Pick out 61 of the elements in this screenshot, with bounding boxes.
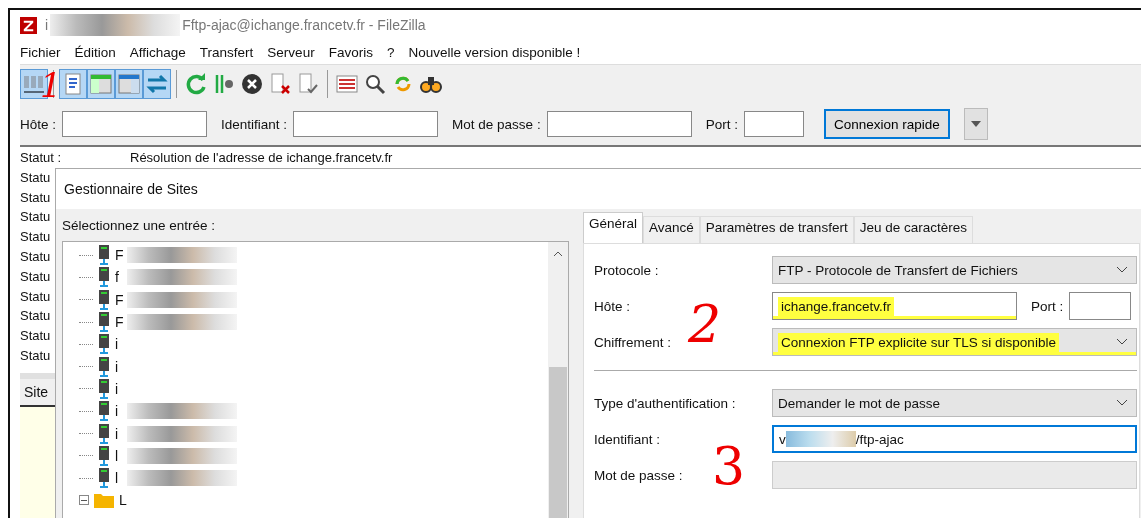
site-column-header: Site [24, 384, 49, 400]
status-label: Statu [20, 268, 51, 284]
window-title: Fftp-ajac@ichange.francetv.fr - FileZilla [182, 17, 426, 33]
tab[interactable]: Avancé [643, 216, 700, 243]
handwritten-number: 2 [688, 298, 722, 350]
site-name[interactable]: l [115, 447, 123, 464]
username-input[interactable]: v /ftp-ajac [772, 425, 1137, 453]
window-title-start: i [45, 17, 49, 33]
status-label: Statu [20, 249, 51, 264]
site-name[interactable]: i [115, 336, 123, 353]
tab[interactable]: Paramètres de transfert [699, 216, 854, 243]
site-name[interactable]: L [119, 492, 127, 509]
host-label: Hôte : [20, 116, 57, 132]
menu-item[interactable]: Affichage [129, 44, 186, 60]
port-label: Port : [705, 116, 738, 132]
status-label: Statu [20, 229, 51, 245]
menu-item[interactable]: Nouvelle version disponible ! [408, 44, 581, 60]
site-name[interactable]: F [115, 291, 123, 308]
select-entry-label: Sélectionnez une entrée : [62, 217, 217, 235]
site-name[interactable]: f [115, 269, 123, 286]
field-label: Hôte : [594, 298, 632, 314]
status-message: Résolution de l'adresse de ichange.francetv.fr [130, 149, 393, 167]
field-label: Type d'authentification : [594, 395, 737, 411]
site-name[interactable]: i [115, 380, 123, 397]
site-name[interactable]: l [115, 470, 123, 487]
status-label: Statu [20, 328, 51, 344]
dropdown[interactable]: Connexion FTP explicite sur TLS si disponible [772, 328, 1137, 356]
site-name[interactable]: F [115, 247, 123, 264]
field-label: Mot de passe : [594, 467, 684, 483]
password-label: Mot de passe : [452, 116, 541, 132]
handwritten-number: 3 [712, 440, 746, 492]
quickconnect-button[interactable]: Connexion rapide [823, 109, 950, 139]
dropdown[interactable]: Demander le mot de passe [772, 389, 1137, 417]
dropdown[interactable]: FTP - Protocole de Transfert de Fichiers [772, 256, 1137, 284]
field-label: Identifiant : [594, 431, 662, 447]
tab[interactable]: Jeu de caractères [853, 216, 973, 243]
username-label: Identifiant : [221, 116, 288, 132]
status-label: Statu [20, 308, 51, 324]
menu-item[interactable]: Transfert [199, 44, 254, 60]
status-label: Statut : [20, 150, 62, 165]
menu-item[interactable]: Favoris [328, 44, 373, 60]
port-label: Port : [1031, 298, 1064, 314]
status-label: Statu [20, 209, 51, 225]
host-input[interactable]: ichange.francetv.fr [772, 292, 1017, 320]
menu-item[interactable]: Édition [74, 44, 116, 60]
status-label: Statu [20, 189, 51, 205]
field-label: Chiffrement : [594, 334, 673, 350]
tab[interactable]: Général [583, 212, 644, 243]
site-name[interactable]: i [115, 403, 123, 420]
menu-item[interactable]: Serveur [267, 44, 315, 60]
menu-item[interactable]: Fichier [20, 44, 61, 60]
dialog-title: Gestionnaire de Sites [64, 181, 198, 197]
status-label: Statu [20, 347, 51, 363]
handwritten-number: 1 [40, 68, 62, 102]
field-label: Protocole : [594, 262, 660, 278]
site-name[interactable]: i [115, 425, 123, 442]
status-label: Statu [20, 288, 51, 304]
site-name[interactable]: i [115, 358, 123, 375]
status-label: Statu [20, 169, 51, 185]
menu-item[interactable]: ? [386, 44, 395, 60]
site-name[interactable]: F [115, 314, 123, 331]
